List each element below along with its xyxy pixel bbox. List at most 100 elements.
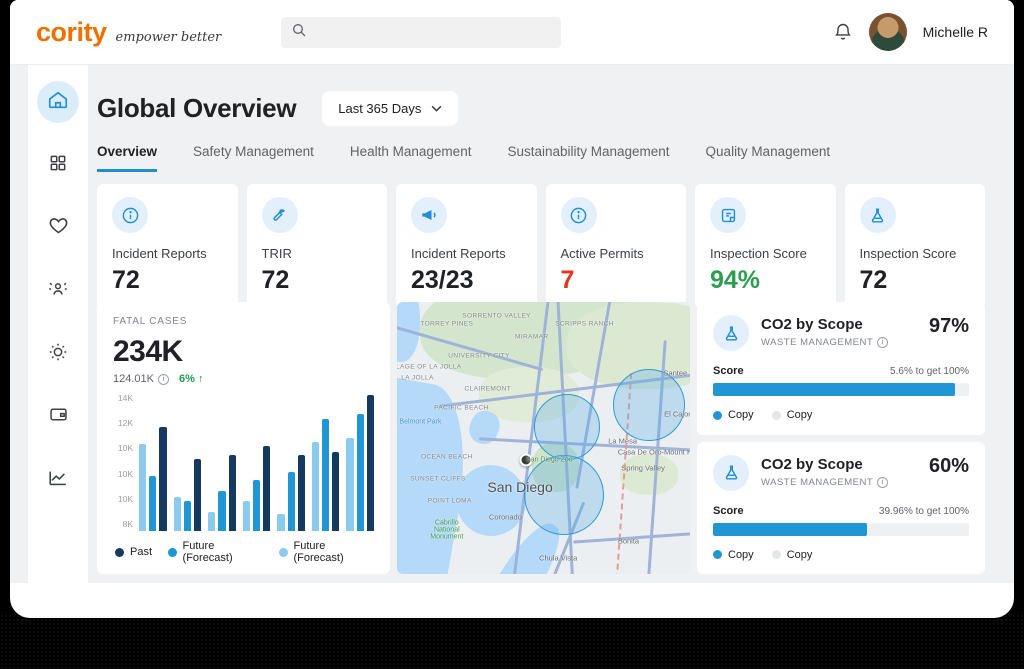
chart-plot-area: [139, 393, 374, 531]
map-label-university-city: UNIVERSITY CITY: [448, 353, 510, 360]
fatal-cases-card: FATAL CASES 234K 124.01K i 6% ↑ 14K12: [97, 302, 390, 574]
sidebar-item-home[interactable]: [37, 81, 79, 123]
app-window: cority empower better Michelle R: [10, 0, 1014, 618]
tab-overview[interactable]: Overview: [97, 144, 157, 172]
bar[interactable]: [298, 455, 305, 531]
bar[interactable]: [322, 419, 329, 531]
bar[interactable]: [253, 480, 260, 531]
map-label-belmont-park: Belmont Park: [399, 418, 441, 425]
cority-logo: cority: [36, 17, 107, 48]
note-icon: [710, 197, 746, 233]
brand[interactable]: cority empower better: [36, 17, 221, 48]
co2-cards-column: CO2 by Scope WASTE MANAGEMENT i 97% Scor…: [697, 302, 985, 574]
bar[interactable]: [159, 427, 166, 531]
kpi-value: 72: [112, 266, 223, 295]
wallet-icon: [48, 404, 69, 430]
map-data-circle[interactable]: [524, 455, 604, 535]
info-icon[interactable]: i: [158, 374, 169, 385]
fatal-cases-delta: 6%: [179, 373, 195, 385]
bar[interactable]: [139, 444, 146, 531]
info-icon[interactable]: i: [877, 337, 888, 348]
map-label-coronado: Coronado: [489, 512, 522, 521]
date-range-dropdown[interactable]: Last 365 Days: [322, 91, 458, 126]
tab-sustainability-management[interactable]: Sustainability Management: [507, 144, 669, 172]
kpi-row: Incident Reports 72 TRIR 72 Incident Rep…: [97, 184, 985, 295]
bar[interactable]: [332, 452, 339, 531]
legend-dot: [713, 411, 722, 420]
bar[interactable]: [277, 514, 284, 531]
sidebar-item-wallet[interactable]: [37, 396, 79, 438]
tab-safety-management[interactable]: Safety Management: [193, 144, 314, 172]
kpi-card[interactable]: Incident Reports 72: [97, 184, 238, 308]
legend-label: Past: [130, 546, 152, 558]
bar[interactable]: [346, 438, 353, 531]
bar[interactable]: [288, 472, 295, 531]
bar[interactable]: [174, 497, 181, 531]
search-bar[interactable]: [281, 17, 561, 48]
kpi-label: Inspection Score: [860, 246, 971, 261]
map-label-village-of-la-jolla: VILLAGE OF LA JOLLA: [397, 364, 462, 371]
bar[interactable]: [194, 459, 201, 531]
sidebar-item-environment[interactable]: [37, 333, 79, 375]
co2-legend-item[interactable]: Copy: [713, 549, 754, 561]
tab-quality-management[interactable]: Quality Management: [706, 144, 831, 172]
map-label-cabrillo-national-monument: Cabrillo National Monument: [430, 520, 464, 541]
legend-item: Future (Forecast): [168, 540, 263, 564]
bar[interactable]: [184, 501, 191, 531]
chart-legend: PastFuture (Forecast)Future (Forecast): [113, 540, 374, 564]
legend-dot: [772, 550, 781, 559]
sidebar-item-health[interactable]: [37, 207, 79, 249]
chevron-down-icon: [431, 105, 442, 112]
co2-legend-item[interactable]: Copy: [713, 409, 754, 421]
kpi-value: 23/23: [411, 266, 522, 295]
sidebar-item-people[interactable]: [37, 270, 79, 312]
score-progress-bar: [713, 383, 969, 396]
bar[interactable]: [208, 512, 215, 531]
bar[interactable]: [149, 476, 156, 531]
user-avatar[interactable]: [869, 13, 907, 51]
user-name[interactable]: Michelle R: [923, 24, 988, 40]
bar[interactable]: [367, 395, 374, 531]
bar[interactable]: [312, 442, 319, 531]
fatal-cases-value: 234K: [113, 335, 374, 369]
co2-legend: Copy Copy: [713, 409, 969, 421]
tab-health-management[interactable]: Health Management: [350, 144, 472, 172]
legend-item: Past: [115, 540, 152, 564]
co2-legend-item[interactable]: Copy: [772, 549, 813, 561]
co2-card[interactable]: CO2 by Scope WASTE MANAGEMENT i 97% Scor…: [697, 302, 985, 435]
kpi-label: Active Permits: [561, 246, 672, 261]
notification-bell-icon[interactable]: [833, 22, 853, 42]
map-label-ocean-beach: OCEAN BEACH: [421, 454, 473, 461]
y-axis-tick: 10K: [118, 469, 133, 479]
bar[interactable]: [218, 491, 225, 531]
bar[interactable]: [263, 446, 270, 531]
people-group-icon: [47, 278, 69, 305]
map-data-circle[interactable]: [534, 394, 600, 460]
kpi-card[interactable]: Incident Reports 23/23: [396, 184, 537, 308]
heart-icon: [48, 215, 69, 241]
sidebar-item-analytics[interactable]: [37, 459, 79, 501]
map-data-circle[interactable]: [613, 369, 685, 441]
flask-icon: [860, 197, 896, 233]
line-chart-icon: [47, 467, 69, 494]
info-icon[interactable]: i: [877, 477, 888, 488]
legend-label: Copy: [728, 409, 754, 421]
search-input[interactable]: [315, 25, 551, 40]
sidebar-item-apps[interactable]: [37, 144, 79, 186]
kpi-card[interactable]: TRIR 72: [247, 184, 388, 308]
bar[interactable]: [357, 414, 364, 531]
kpi-card[interactable]: Active Permits 7: [546, 184, 687, 308]
kpi-card[interactable]: Inspection Score 94%: [695, 184, 836, 308]
co2-legend-item[interactable]: Copy: [772, 409, 813, 421]
bar[interactable]: [229, 455, 236, 531]
kpi-card[interactable]: Inspection Score 72: [845, 184, 986, 308]
bar[interactable]: [243, 501, 250, 531]
map-label-santee: Santee: [663, 368, 687, 377]
megaphone-icon: [411, 197, 447, 233]
bar-group: [312, 393, 340, 531]
kpi-label: Inspection Score: [710, 246, 821, 261]
co2-value: 60%: [929, 455, 969, 478]
map-label-el-cajon: El Cajon: [664, 409, 690, 418]
co2-card[interactable]: CO2 by Scope WASTE MANAGEMENT i 60% Scor…: [697, 442, 985, 575]
san-diego-map[interactable]: TORREY PINESSORRENTO VALLEYSCRIPPS RANCH…: [397, 302, 690, 574]
